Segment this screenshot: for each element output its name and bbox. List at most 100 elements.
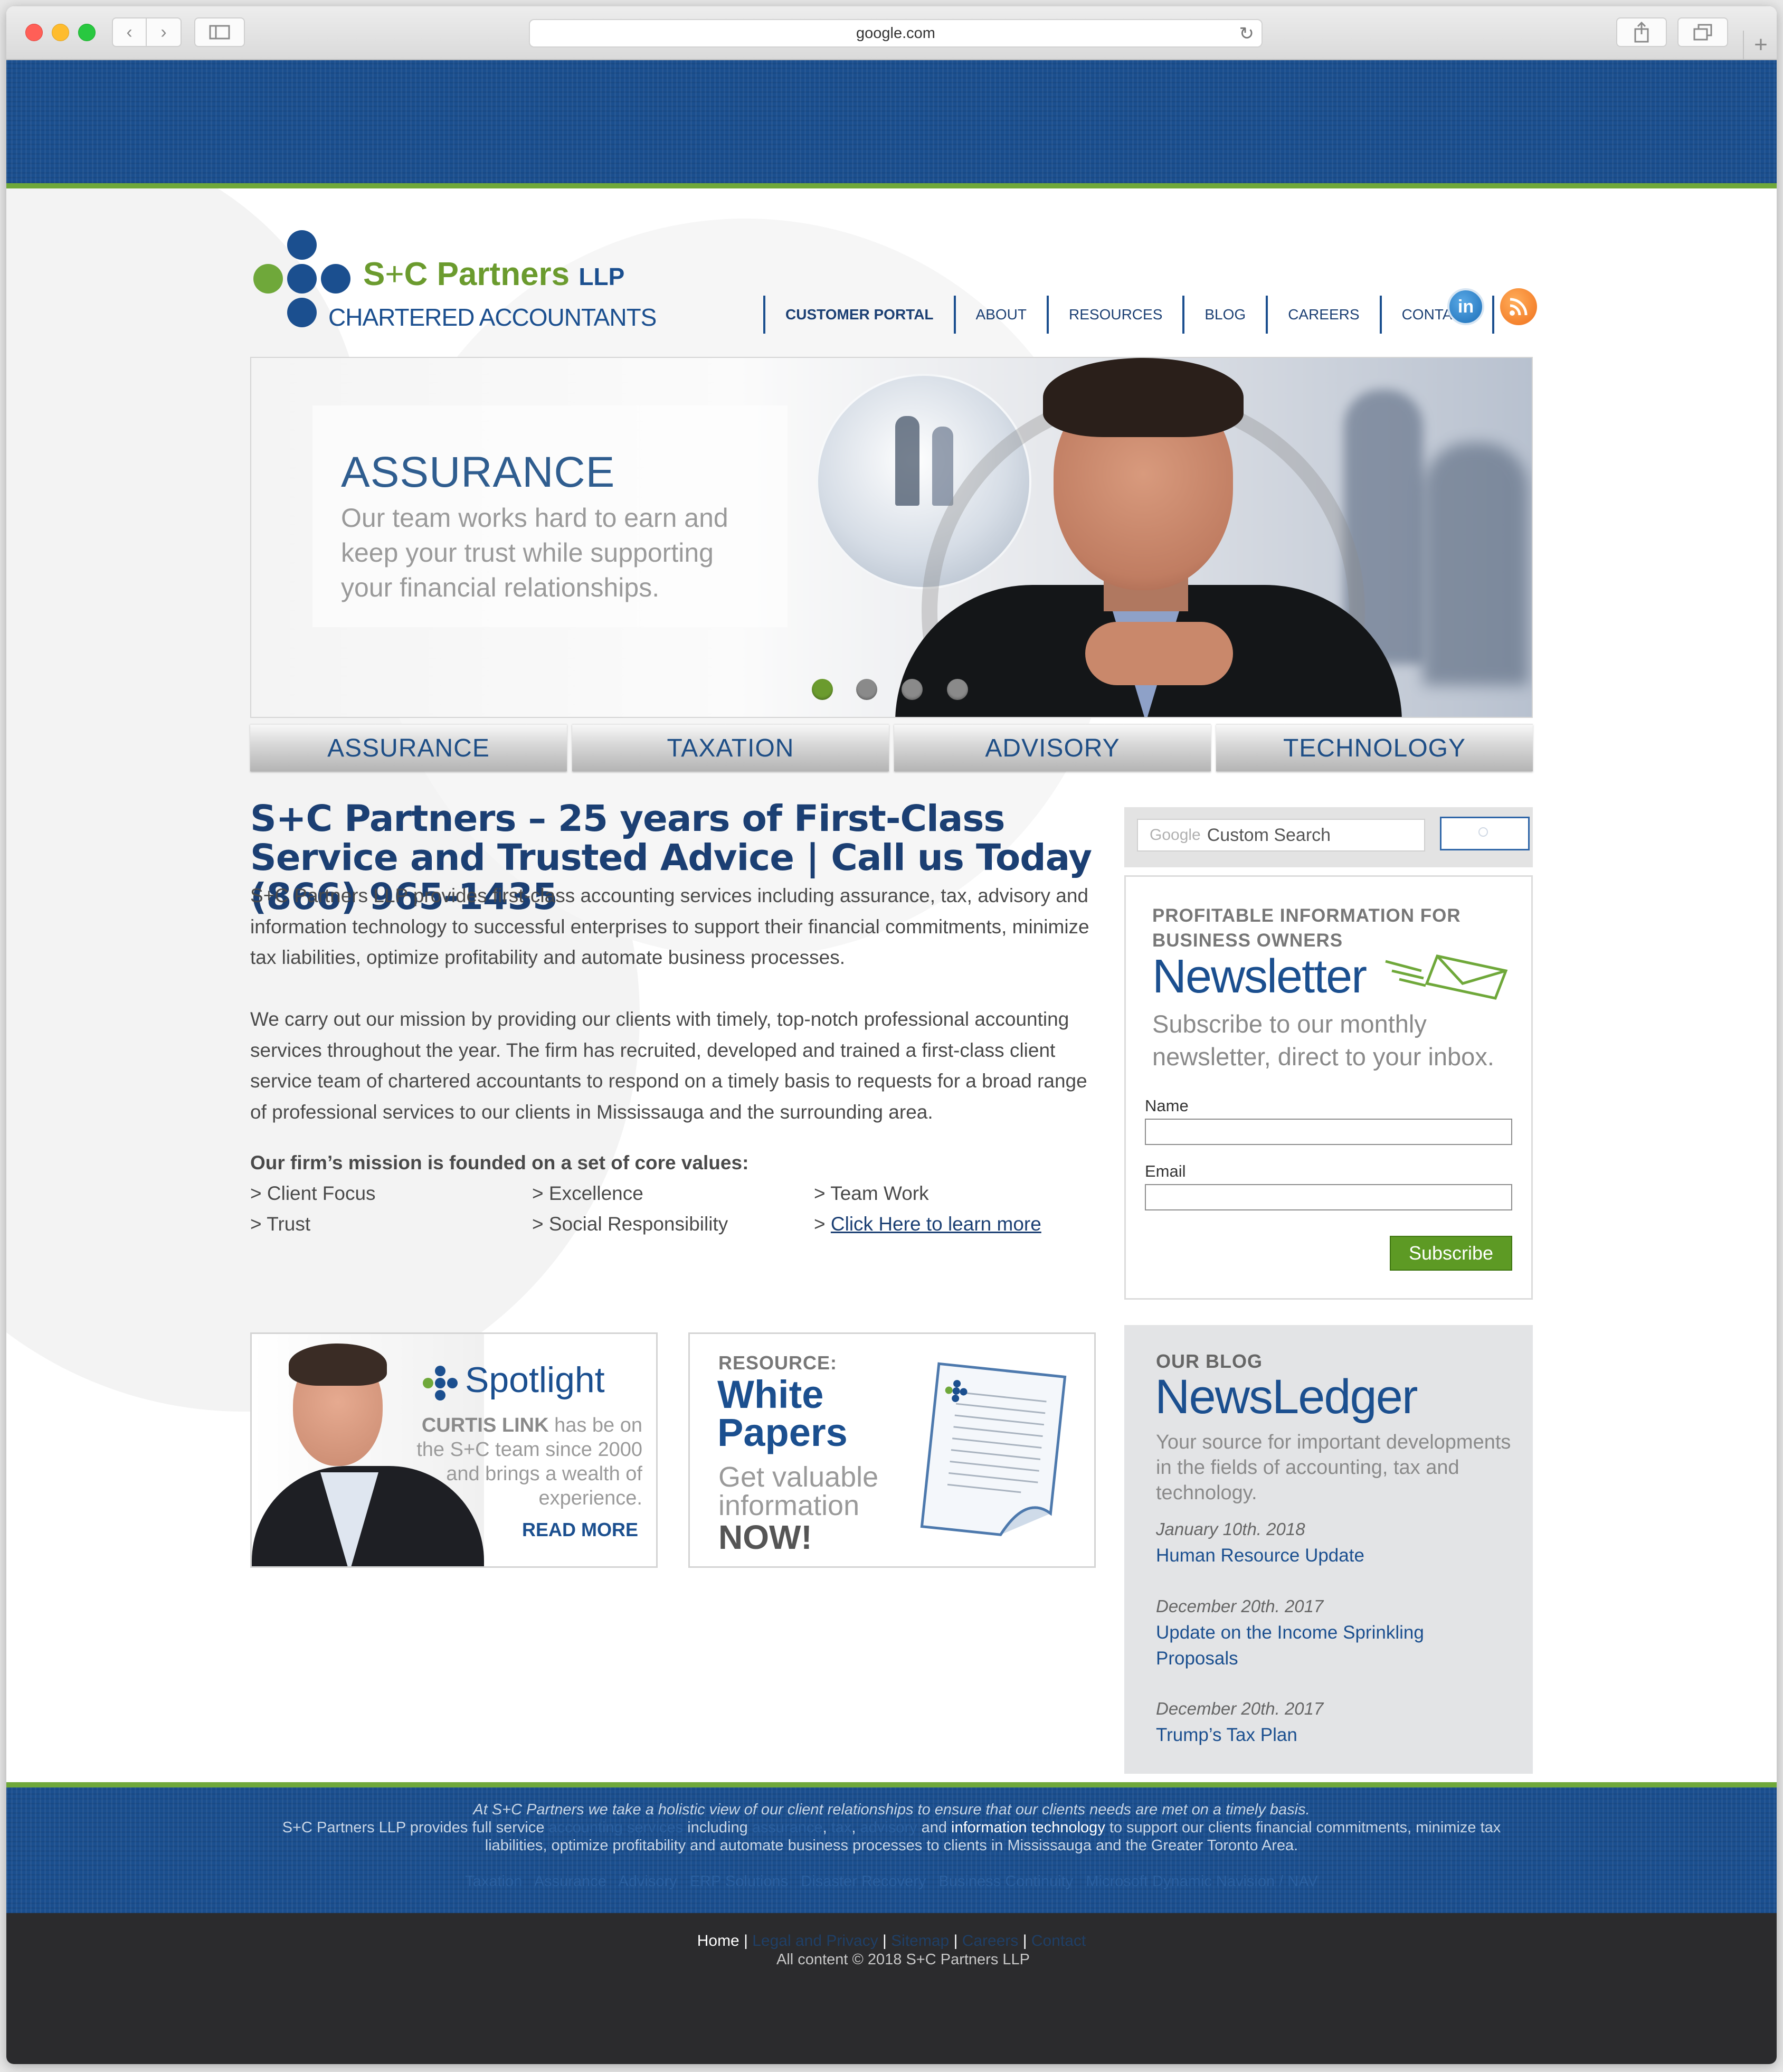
share-button[interactable] <box>1616 17 1667 47</box>
blog-post-link[interactable]: Update on the Income Sprinkling Proposal… <box>1156 1620 1452 1671</box>
footer-contact-link[interactable]: Contact <box>1031 1932 1086 1950</box>
logo-subtitle: CHARTERED ACCOUNTANTS <box>328 304 657 331</box>
hero-globe-figure <box>932 427 953 506</box>
blog-text: Your source for important developments i… <box>1156 1431 1511 1504</box>
spotlight-text: CURTIS LINK has be on the S+C team since… <box>410 1413 642 1510</box>
share-icon <box>1634 22 1649 43</box>
nav-item-customer-portal[interactable]: CUSTOMER PORTAL <box>763 296 954 334</box>
email-input[interactable] <box>1145 1184 1512 1210</box>
blog-post-link[interactable]: Human Resource Update <box>1156 1543 1452 1568</box>
footer-link-disaster-recovery[interactable]: Disaster Recovery <box>801 1873 926 1890</box>
footer-link[interactable]: assurance <box>752 1819 823 1836</box>
values-heading: Our firm’s mission is founded on a set o… <box>250 1152 749 1174</box>
footer-text: , <box>822 1819 831 1836</box>
footer-link-navision[interactable]: Microsoft Dynamic Navision / NAV <box>1086 1873 1317 1890</box>
hero-text: Our team works hard to earn and keep you… <box>341 503 728 602</box>
browser-toolbar: ‹ › google.com ↻ + <box>6 6 1777 60</box>
white-papers-text-line3: NOW! <box>718 1518 812 1556</box>
value-item: > Trust <box>250 1213 311 1235</box>
url-text: google.com <box>856 24 935 42</box>
forward-button[interactable]: › <box>147 17 182 47</box>
logo-dot <box>321 264 350 294</box>
footer-tagline: At S+C Partners we take a holistic view … <box>473 1801 1310 1818</box>
mission-paragraph: We carry out our mission by providing ou… <box>250 1008 1087 1123</box>
sidebar-toggle-button[interactable] <box>194 17 245 47</box>
footer-link-taxation[interactable]: Taxation <box>465 1873 522 1890</box>
footer-link-advisory[interactable]: Advisory <box>618 1873 677 1890</box>
search-button[interactable] <box>1440 817 1530 850</box>
new-tab-button[interactable]: + <box>1743 31 1777 59</box>
linkedin-icon[interactable]: in <box>1447 288 1484 325</box>
blog-post-date: December 20th. 2017 <box>1156 1699 1324 1718</box>
nav-item-about[interactable]: ABOUT <box>953 296 1047 334</box>
footer-link-assurance[interactable]: Assurance <box>534 1873 606 1890</box>
footer-text: S+C Partners LLP provides full service <box>282 1819 549 1836</box>
slide-dot-2[interactable] <box>856 679 877 700</box>
document-icon <box>920 1362 1067 1536</box>
footer-link[interactable]: tax <box>831 1819 852 1836</box>
name-input[interactable] <box>1145 1119 1512 1145</box>
site-search: Google Custom Search <box>1124 807 1533 867</box>
hero-background-figure <box>1423 442 1529 685</box>
logo-name: S+C Partners LLP <box>363 256 625 292</box>
logo-dot <box>287 264 317 294</box>
spotlight-read-more[interactable]: READ MORE <box>522 1519 638 1541</box>
nav-item-careers[interactable]: CAREERS <box>1266 296 1379 334</box>
maximize-window-button[interactable] <box>78 24 96 41</box>
service-tab-taxation[interactable]: TAXATION <box>572 724 889 771</box>
intro-paragraph: S+C Partners LLP provides first-class ac… <box>250 885 1089 968</box>
plus-icon: + <box>1754 32 1768 58</box>
close-window-button[interactable] <box>25 24 43 41</box>
footer-blue: At S+C Partners we take a holistic view … <box>6 1782 1777 1918</box>
back-button[interactable]: ‹ <box>112 17 147 47</box>
spotlight-title: Spotlight <box>465 1360 605 1400</box>
rss-icon[interactable] <box>1500 288 1537 325</box>
footer-careers-link[interactable]: Careers <box>962 1932 1019 1950</box>
reload-icon[interactable]: ↻ <box>1239 23 1255 44</box>
hero-title: ASSURANCE <box>341 448 615 496</box>
footer-sitemap-link[interactable]: Sitemap <box>891 1932 949 1950</box>
slide-dot-4[interactable] <box>947 679 968 700</box>
footer-link[interactable]: advisory <box>860 1819 917 1836</box>
footer-link-business-continuity[interactable]: Business Continuity <box>939 1873 1074 1890</box>
hero-globe-figure <box>895 416 919 506</box>
white-papers-kicker: RESOURCE: <box>718 1352 838 1374</box>
white-papers-promo[interactable]: RESOURCE: White Papers Get valuable info… <box>688 1332 1096 1568</box>
address-bar[interactable]: google.com ↻ <box>529 19 1263 48</box>
browser-window: ‹ › google.com ↻ + S+C Partners LLP CHAR… <box>6 6 1777 2064</box>
web-page: S+C Partners LLP CHARTERED ACCOUNTANTS C… <box>6 60 1777 2064</box>
nav-item-blog[interactable]: BLOG <box>1182 296 1266 334</box>
tabs-overview-button[interactable] <box>1677 17 1728 47</box>
service-tab-technology[interactable]: TECHNOLOGY <box>1216 724 1533 771</box>
footer-legal-link[interactable]: Legal and Privacy <box>752 1932 878 1950</box>
nav-item-resources[interactable]: RESOURCES <box>1047 296 1182 334</box>
blog-post-date: January 10th. 2018 <box>1156 1519 1305 1539</box>
spotlight-promo[interactable]: Spotlight CURTIS LINK has be on the S+C … <box>250 1332 658 1568</box>
spotlight-name: CURTIS LINK <box>421 1414 549 1436</box>
footer-link[interactable]: information technology <box>951 1819 1105 1836</box>
service-tab-advisory[interactable]: ADVISORY <box>894 724 1211 771</box>
footer-link[interactable]: accounting services <box>549 1819 684 1836</box>
white-papers-text-line2: information <box>718 1490 860 1521</box>
blog-post-link[interactable]: Trump’s Tax Plan <box>1156 1722 1452 1748</box>
minimize-window-button[interactable] <box>52 24 69 41</box>
blog-title: NewsLedger <box>1155 1370 1418 1424</box>
newsletter-title: Newsletter <box>1152 950 1367 1003</box>
chevron-left-icon: ‹ <box>126 22 132 42</box>
slide-dot-3[interactable] <box>902 679 923 700</box>
envelope-icon <box>1385 954 1508 1000</box>
slide-dot-1[interactable] <box>812 679 833 700</box>
value-item: > Social Responsibility <box>532 1213 728 1235</box>
learn-more-link[interactable]: Click Here to learn more <box>831 1213 1041 1235</box>
service-tab-assurance[interactable]: ASSURANCE <box>250 724 567 771</box>
subscribe-button[interactable]: Subscribe <box>1390 1236 1512 1271</box>
blog-post-date: December 20th. 2017 <box>1156 1596 1324 1616</box>
copyright: All content © 2018 S+C Partners LLP <box>776 1951 1030 1968</box>
logo-dot <box>287 230 317 260</box>
footer-home-link[interactable]: Home <box>697 1932 739 1950</box>
blog-box: OUR BLOG NewsLedger Your source for impo… <box>1124 1325 1533 1774</box>
spotlight-logo-icon <box>421 1364 460 1403</box>
footer-link-erp-solutions[interactable]: ERP Solutions <box>690 1873 788 1890</box>
search-input[interactable]: Google Custom Search <box>1137 819 1425 851</box>
linkedin-label: in <box>1457 296 1474 317</box>
